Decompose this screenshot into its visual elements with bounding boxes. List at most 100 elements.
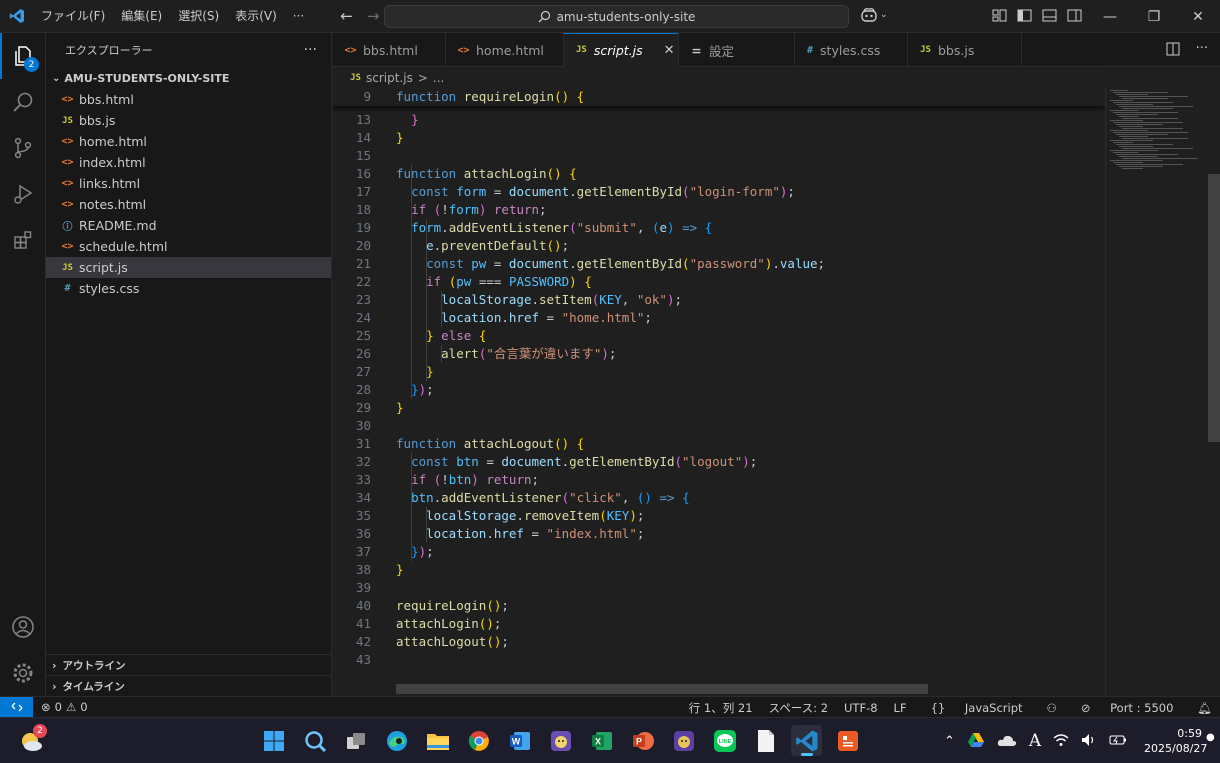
code-line[interactable]: 36 location.href = "index.html"; [333, 525, 644, 543]
tab---[interactable]: ⚌ 設定 [679, 33, 795, 67]
tab-script-js[interactable]: JS script.js ✕ [564, 33, 679, 67]
app-orange[interactable] [832, 725, 863, 756]
ime-indicator[interactable]: A [1029, 731, 1041, 751]
clock[interactable]: 0:59 2025/08/27 [1144, 726, 1207, 756]
cursor-position[interactable]: 行 1、列 21 [681, 700, 761, 716]
code-line[interactable]: 38} [333, 561, 404, 579]
indentation[interactable]: スペース: 2 [761, 700, 836, 716]
weather-widget[interactable]: 2 [18, 724, 47, 754]
onedrive-cloud-icon[interactable] [997, 733, 1017, 750]
vertical-scrollbar[interactable] [1208, 88, 1220, 696]
manage-button[interactable] [0, 650, 46, 696]
notepad-app[interactable] [750, 725, 781, 756]
copilot-status-icon[interactable]: ⚇ [1039, 701, 1065, 715]
tab-home-html[interactable]: <> home.html [446, 33, 564, 67]
google-drive-icon[interactable] [967, 732, 985, 751]
chevron-up-icon[interactable]: ⌃ [944, 734, 955, 749]
remote-indicator[interactable] [0, 696, 33, 718]
problems-indicator[interactable]: ⊗ 0 ⚠ 0 [33, 700, 88, 714]
code-line[interactable]: 29} [333, 399, 404, 417]
start-button[interactable] [258, 725, 289, 756]
code-line[interactable]: 35 localStorage.removeItem(KEY); [333, 507, 644, 525]
search-view-button[interactable] [0, 79, 46, 125]
explorer-button[interactable]: 2 [0, 33, 46, 79]
code-line[interactable]: 34 btn.addEventListener("click", () => { [333, 489, 690, 507]
code-line[interactable]: 13 } [333, 111, 419, 129]
file-explorer-app[interactable] [422, 725, 453, 756]
explorer-more-icon[interactable]: ··· [304, 42, 317, 58]
wifi-icon[interactable] [1053, 733, 1069, 750]
code-line[interactable]: 14} [333, 129, 404, 147]
vscode-logo-icon[interactable] [0, 0, 33, 33]
code-line[interactable]: 24 location.href = "home.html"; [333, 309, 652, 327]
live-server-port[interactable]: ⊘ Port : 5500 [1065, 701, 1190, 715]
copilot-button[interactable]: ⌄ [860, 7, 888, 23]
command-center-search[interactable]: amu-students-only-site [384, 5, 849, 28]
chrome-app[interactable] [463, 725, 494, 756]
toggle-secondary-sidebar-icon[interactable] [1067, 8, 1082, 23]
app-character-2[interactable] [668, 725, 699, 756]
code-line[interactable]: 23 localStorage.setItem(KEY, "ok"); [333, 291, 682, 309]
code-line[interactable]: 15 [333, 147, 371, 165]
code-line[interactable]: 37 }); [333, 543, 434, 561]
excel-app[interactable]: X [586, 725, 617, 756]
code-line[interactable]: 22 if (pw === PASSWORD) { [333, 273, 592, 291]
sticky-scroll-header[interactable]: 9 function requireLogin() { [333, 88, 1105, 106]
menu-file[interactable]: ファイル(F) [33, 0, 113, 33]
battery-icon[interactable] [1109, 733, 1127, 750]
code-line[interactable]: 20 e.preventDefault(); [333, 237, 569, 255]
code-line[interactable]: 18 if (!form) return; [333, 201, 547, 219]
vscode-app[interactable] [791, 725, 822, 756]
menu-view[interactable]: 表示(V) [227, 0, 285, 33]
file-item[interactable]: JS script.js [46, 257, 331, 278]
back-arrow-icon[interactable]: ← [340, 7, 353, 25]
edge-app[interactable] [381, 725, 412, 756]
run-debug-button[interactable] [0, 171, 46, 217]
code-line[interactable]: 19 form.addEventListener("submit", (e) =… [333, 219, 712, 237]
close-icon[interactable]: ✕ [1176, 0, 1220, 33]
file-item[interactable]: # styles.css [46, 278, 331, 299]
file-item[interactable]: <> index.html [46, 152, 331, 173]
tab-bbs-js[interactable]: JS bbs.js [908, 33, 1022, 67]
workspace-folder[interactable]: ⌄ AMU-STUDENTS-ONLY-SITE [46, 67, 331, 89]
powerpoint-app[interactable]: P [627, 725, 658, 756]
notifications-bell-icon[interactable]: 🔔︎ [1189, 701, 1220, 715]
code-line[interactable]: 28 }); [333, 381, 434, 399]
code-line[interactable]: 25 } else { [333, 327, 486, 345]
minimize-icon[interactable]: — [1088, 0, 1132, 33]
taskbar-search[interactable] [299, 725, 330, 756]
toggle-panel-icon[interactable] [1042, 8, 1057, 23]
code-line[interactable]: 39 [333, 579, 371, 597]
tab-bbs-html[interactable]: <> bbs.html [333, 33, 446, 67]
split-editor-icon[interactable] [1166, 42, 1180, 59]
notifications-icon[interactable]: ● [1206, 732, 1215, 743]
app-character-1[interactable] [545, 725, 576, 756]
more-actions-icon[interactable]: ··· [1196, 42, 1208, 59]
file-item[interactable]: JS bbs.js [46, 110, 331, 131]
file-item[interactable]: <> schedule.html [46, 236, 331, 257]
customize-layout-icon[interactable] [992, 8, 1007, 23]
forward-arrow-icon[interactable]: → [367, 7, 380, 25]
language-mode[interactable]: {} JavaScript [915, 701, 1039, 715]
minimap[interactable] [1105, 88, 1208, 696]
menu-more[interactable]: ··· [285, 0, 312, 33]
file-item[interactable]: ⓘ README.md [46, 215, 331, 236]
code-line[interactable]: 41 attachLogin(); [333, 615, 501, 633]
code-line[interactable]: 21 const pw = document.getElementById("p… [333, 255, 825, 273]
toggle-primary-sidebar-icon[interactable] [1017, 8, 1032, 23]
code-line[interactable]: 26 alert("合言葉が違います"); [333, 345, 617, 363]
code-line[interactable]: 40 requireLogin(); [333, 597, 509, 615]
restore-icon[interactable]: ❐ [1132, 0, 1176, 33]
code-line[interactable]: 43 [333, 651, 371, 669]
code-editor[interactable]: 9 function requireLogin() {13 } 14} 15 16 fun… [333, 88, 1105, 696]
volume-icon[interactable] [1081, 733, 1097, 750]
file-item[interactable]: <> links.html [46, 173, 331, 194]
close-icon[interactable]: ✕ [664, 43, 675, 58]
end-of-line[interactable]: LF [886, 701, 915, 715]
code-line[interactable]: 9 function requireLogin() { [333, 88, 584, 106]
file-item[interactable]: <> home.html [46, 131, 331, 152]
word-app[interactable]: W [504, 725, 535, 756]
breadcrumb-symbol[interactable]: ... [433, 71, 444, 85]
menu-edit[interactable]: 編集(E) [113, 0, 170, 33]
code-line[interactable]: 32 const btn = document.getElementById("… [333, 453, 757, 471]
